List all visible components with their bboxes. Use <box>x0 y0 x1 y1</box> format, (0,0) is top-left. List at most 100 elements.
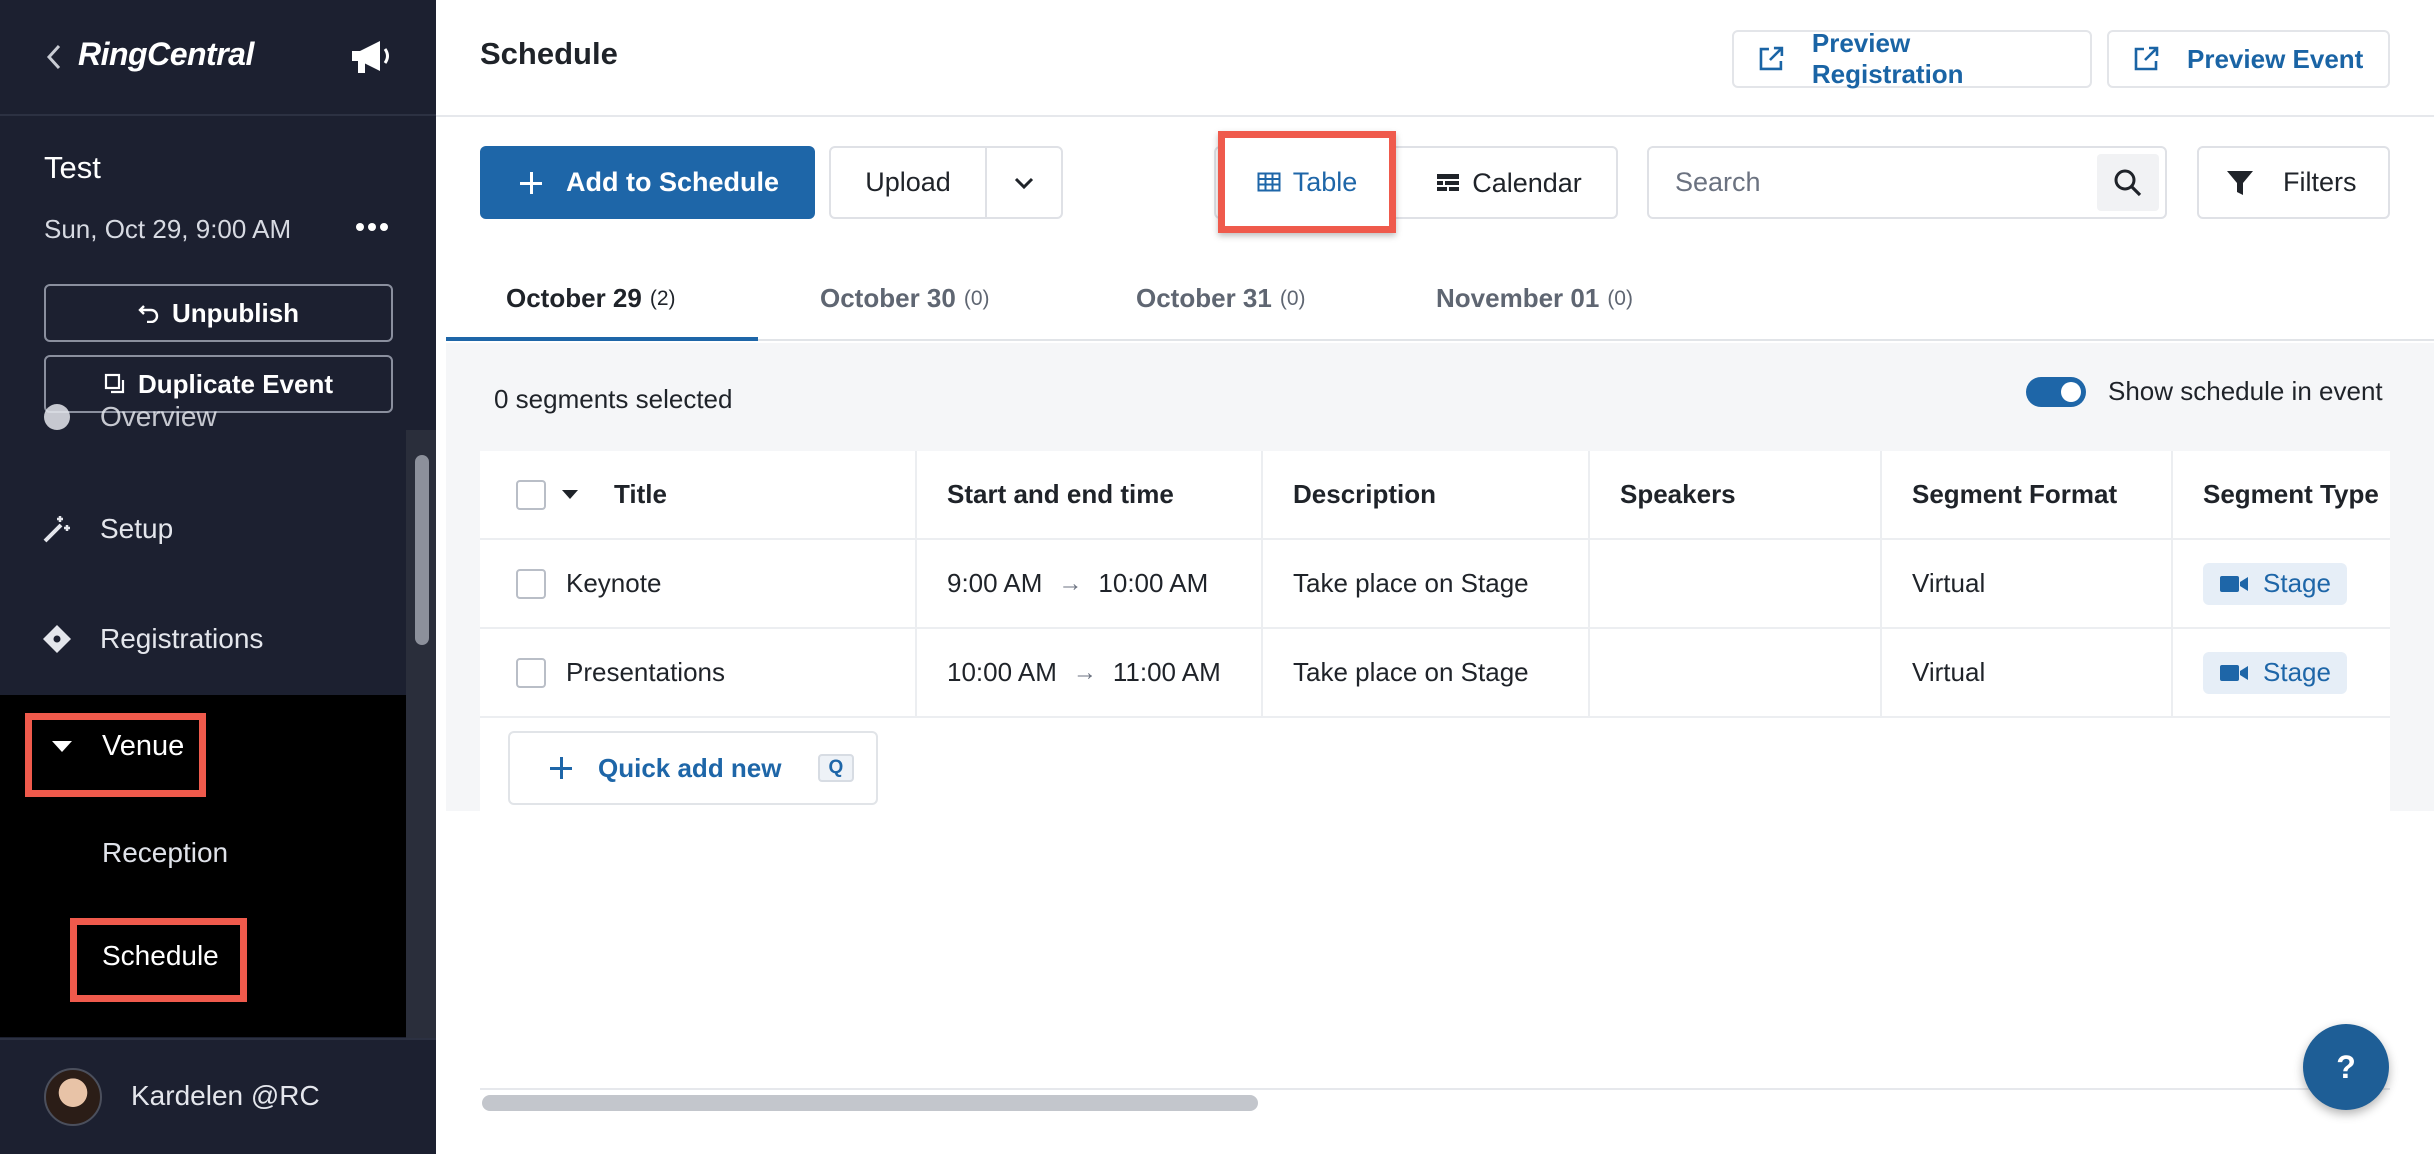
magic-wand-icon <box>43 516 70 543</box>
plus-icon <box>550 757 572 779</box>
quick-add-label: Quick add new <box>598 752 782 783</box>
tab-count: (0) <box>963 286 990 310</box>
column-header-segment-type: Segment Type <box>2203 479 2379 509</box>
sidebar-item-label: Overview <box>100 401 217 432</box>
quick-add-new-button[interactable]: Quick add new Q <box>508 731 878 805</box>
start-time: 10:00 AM <box>947 657 1057 687</box>
column-label: Title <box>614 479 667 509</box>
sidebar-item-registrations[interactable]: Registrations <box>40 622 263 656</box>
segment-type-badge[interactable]: Stage <box>2203 651 2347 694</box>
sidebar-item-overview[interactable]: Overview <box>40 400 217 434</box>
sidebar-item-reception[interactable]: Reception <box>102 837 228 869</box>
cell-title: Presentations <box>480 629 917 716</box>
caret-down-icon[interactable] <box>562 490 578 499</box>
arrow-right-icon: → <box>1072 658 1097 686</box>
preview-registration-label: Preview Registration <box>1811 28 1964 89</box>
event-title: Test <box>44 150 101 185</box>
plus-icon <box>520 171 542 194</box>
show-schedule-label: Show schedule in event <box>2108 376 2383 406</box>
undo-icon <box>138 305 159 323</box>
caret-down-icon <box>52 741 72 752</box>
select-all-checkbox[interactable] <box>516 479 546 510</box>
sidebar: RingCentral Test Sun, Oct 29, 9:00 AM Un… <box>0 0 436 1154</box>
user-name: Kardelen @RC <box>131 1080 320 1111</box>
sidebar-item-venue[interactable]: Venue <box>52 730 184 763</box>
tab-count: (2) <box>649 286 676 310</box>
more-options-icon[interactable] <box>352 212 392 242</box>
cell-title: Keynote <box>480 540 917 627</box>
sidebar-item-label: Setup <box>100 513 174 544</box>
search-box <box>1647 146 2167 219</box>
chevron-down-icon <box>1014 177 1034 189</box>
megaphone-icon[interactable] <box>348 36 394 76</box>
column-header-title[interactable]: Title <box>480 451 917 538</box>
video-camera-icon <box>2220 664 2248 681</box>
tab-october-31[interactable]: October 31 (0) <box>1136 256 1306 341</box>
search-icon <box>2114 169 2142 196</box>
cell-description: Take place on Stage <box>1263 540 1590 627</box>
preview-event-button[interactable]: Preview Event <box>2107 30 2390 88</box>
end-time: 11:00 AM <box>1112 657 1221 687</box>
tab-count: (0) <box>1279 286 1306 310</box>
table-view-button[interactable]: Table <box>1218 131 1396 233</box>
tab-october-30[interactable]: October 30 (0) <box>820 256 990 341</box>
search-input[interactable] <box>1649 148 2089 217</box>
cell-segment-type: Stage <box>2173 540 2390 627</box>
arrow-right-icon: → <box>1058 569 1083 597</box>
user-profile[interactable]: Kardelen @RC <box>0 1038 436 1154</box>
column-header-time: Start and end time <box>917 451 1263 538</box>
segment-title[interactable]: Keynote <box>566 568 661 599</box>
table-row[interactable]: Keynote 9:00 AM → 10:00 AM Take place on… <box>480 540 2390 629</box>
cell-segment-format: Virtual <box>1882 629 2173 716</box>
segment-type-label: Stage <box>2263 568 2331 598</box>
filters-button[interactable]: Filters <box>2197 146 2390 219</box>
row-checkbox[interactable] <box>516 657 546 688</box>
cell-time: 10:00 AM → 11:00 AM <box>917 629 1263 716</box>
row-checkbox[interactable] <box>516 568 546 599</box>
segment-title[interactable]: Presentations <box>566 657 725 688</box>
tab-october-29[interactable]: October 29 (2) <box>506 256 676 341</box>
keyboard-shortcut-badge: Q <box>817 754 855 782</box>
sidebar-item-schedule[interactable]: Schedule <box>102 940 219 972</box>
sidebar-scrollbar-thumb[interactable] <box>415 455 429 645</box>
cell-segment-type: Stage <box>2173 629 2390 716</box>
cell-segment-format: Virtual <box>1882 540 2173 627</box>
upload-dropdown-button[interactable] <box>987 148 1061 217</box>
tab-label: November 01 <box>1436 283 1600 313</box>
calendar-view-button[interactable]: Calendar <box>1414 150 1604 216</box>
external-link-icon <box>2134 46 2159 71</box>
page-header: Schedule Preview Registration Preview Ev… <box>436 0 2434 117</box>
table-row[interactable]: Presentations 10:00 AM → 11:00 AM Take p… <box>480 629 2390 718</box>
end-time: 10:00 AM <box>1098 568 1209 598</box>
horizontal-scrollbar-thumb[interactable] <box>482 1095 1258 1111</box>
main-content: Schedule Preview Registration Preview Ev… <box>436 0 2434 1154</box>
table-view-label: Table <box>1292 166 1358 197</box>
show-schedule-toggle-group: Show schedule in event <box>2026 376 2383 407</box>
tab-november-01[interactable]: November 01 (0) <box>1436 256 1633 341</box>
upload-button[interactable]: Upload <box>831 148 987 217</box>
unpublish-button[interactable]: Unpublish <box>44 284 393 342</box>
duplicate-event-label: Duplicate Event <box>137 368 334 399</box>
sidebar-item-label: Venue <box>102 730 185 762</box>
search-button[interactable] <box>2097 154 2159 211</box>
preview-event-label: Preview Event <box>2187 43 2364 74</box>
avatar[interactable] <box>44 1068 102 1126</box>
overview-icon <box>44 404 70 430</box>
show-schedule-toggle[interactable] <box>2026 376 2086 407</box>
add-to-schedule-button[interactable]: Add to Schedule <box>480 146 815 219</box>
help-button[interactable]: ? <box>2303 1024 2389 1110</box>
table-header-row: Title Start and end time Description Spe… <box>480 451 2390 540</box>
sidebar-item-setup[interactable]: Setup <box>40 512 173 546</box>
calendar-view-label: Calendar <box>1472 167 1582 198</box>
tab-count: (0) <box>1607 286 1633 310</box>
filter-icon <box>2227 170 2253 195</box>
tab-label: October 30 <box>820 283 956 313</box>
table-icon <box>1257 172 1281 192</box>
date-tabs: October 29 (2) October 30 (0) October 31… <box>446 256 2434 341</box>
tab-label: October 31 <box>1136 283 1272 313</box>
chevron-left-icon[interactable] <box>42 40 66 74</box>
filters-label: Filters <box>2283 167 2357 197</box>
segment-type-badge[interactable]: Stage <box>2203 562 2347 605</box>
preview-registration-button[interactable]: Preview Registration <box>1732 28 2092 89</box>
ringcentral-logo[interactable]: RingCentral <box>78 36 254 73</box>
